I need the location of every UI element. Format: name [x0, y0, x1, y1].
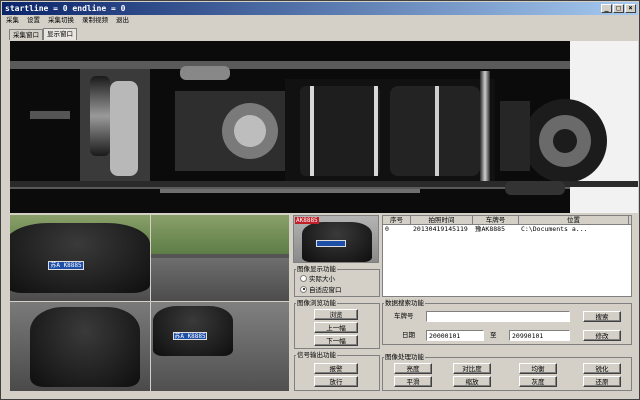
- date-to-input[interactable]: 20990101: [509, 330, 570, 341]
- display-group-title: 图像显示功能: [296, 265, 337, 273]
- records-table: 序号 拍照时间 车牌号 位置 0 20130419145119 豫AK8885 …: [382, 215, 632, 297]
- column-plate-number[interactable]: 车牌号: [473, 216, 519, 224]
- row-plate-number: 豫AK8885: [475, 225, 505, 233]
- menu-capture-switch[interactable]: 采集切换: [47, 15, 75, 25]
- next-image-button[interactable]: 下一幅: [314, 335, 358, 346]
- contrast-button[interactable]: 对比度: [453, 363, 491, 374]
- menu-bar: 采集 设置 采集切换 录制视频 退出: [2, 15, 638, 25]
- undercarriage-scan-image: [10, 41, 638, 213]
- menu-capture[interactable]: 采集: [5, 15, 20, 25]
- records-table-header: 序号 拍照时间 车牌号 位置: [383, 216, 631, 225]
- search-group-title: 数据搜索功能: [384, 299, 425, 307]
- recognized-plate-label: AK8885: [295, 217, 319, 224]
- equalize-button[interactable]: 均衡: [519, 363, 557, 374]
- menu-exit[interactable]: 退出: [115, 15, 130, 25]
- sharpen-button[interactable]: 锐化: [583, 363, 621, 374]
- smooth-button[interactable]: 平滑: [394, 376, 432, 387]
- front-license-plate: 苏A K8885: [48, 261, 84, 270]
- plate-number-input[interactable]: [426, 311, 570, 322]
- menu-settings[interactable]: 设置: [26, 15, 41, 25]
- actual-size-option[interactable]: 实际大小: [300, 273, 335, 283]
- fit-window-radio[interactable]: [300, 285, 307, 293]
- grayscale-button[interactable]: 灰度: [519, 376, 557, 387]
- column-capture-time[interactable]: 拍照时间: [411, 216, 473, 224]
- rear-camera-photo: [10, 302, 150, 391]
- thumbnail-photo: 苏A K8885: [151, 302, 289, 391]
- minimize-button[interactable]: _: [601, 4, 612, 13]
- image-processing-group-title: 图像处理功能: [384, 353, 425, 361]
- overlay-plate-sign: [316, 240, 346, 247]
- alarm-button[interactable]: 报警: [314, 363, 358, 374]
- main-window: startline = 0 endline = 0 _ □ × 采集 设置 采集…: [0, 0, 640, 400]
- date-to-label: 至: [490, 331, 497, 339]
- signal-group-title: 信号输出功能: [296, 351, 337, 359]
- fit-window-label: 自适应窗口: [309, 286, 342, 294]
- zoom-button[interactable]: 缩放: [453, 376, 491, 387]
- fit-window-option[interactable]: 自适应窗口: [300, 284, 342, 294]
- date-from-input[interactable]: 20000101: [426, 330, 484, 341]
- tab-capture-window[interactable]: 采集窗口: [9, 29, 43, 40]
- row-index: 0: [385, 225, 389, 233]
- previous-image-button[interactable]: 上一幅: [314, 322, 358, 333]
- menu-record-video[interactable]: 录制视频: [81, 15, 109, 25]
- tab-bar: 采集窗口 显示窗口: [9, 28, 77, 40]
- plate-number-label: 车牌号: [394, 312, 414, 320]
- browse-button[interactable]: 浏览: [314, 309, 358, 320]
- window-title: startline = 0 endline = 0: [5, 4, 126, 13]
- close-button[interactable]: ×: [625, 4, 636, 13]
- thumbnail-license-plate: 苏A K8885: [173, 332, 207, 340]
- release-button[interactable]: 放行: [314, 376, 358, 387]
- row-capture-time: 20130419145119: [413, 225, 468, 233]
- brightness-button[interactable]: 亮度: [394, 363, 432, 374]
- tab-display-window[interactable]: 显示窗口: [43, 28, 77, 40]
- modify-button[interactable]: 修改: [583, 330, 621, 341]
- table-row[interactable]: 0 20130419145119 豫AK8885 C:\Documents a.…: [383, 225, 631, 234]
- plate-recognition-photo: AK8885: [293, 215, 379, 263]
- undercarriage-scan-graphic: [10, 41, 638, 213]
- maximize-button[interactable]: □: [613, 4, 624, 13]
- front-camera-photo: 苏A K8885: [10, 215, 150, 301]
- browse-group-title: 图像浏览功能: [296, 299, 337, 307]
- actual-size-label: 实际大小: [309, 275, 335, 283]
- column-index[interactable]: 序号: [383, 216, 411, 224]
- side-camera-photo: [151, 215, 289, 301]
- date-label: 日期: [402, 331, 415, 339]
- column-location[interactable]: 位置: [519, 216, 629, 224]
- search-button[interactable]: 搜索: [583, 311, 621, 322]
- restore-button[interactable]: 还原: [583, 376, 621, 387]
- actual-size-radio[interactable]: [300, 274, 307, 282]
- row-location: C:\Documents a...: [521, 225, 588, 233]
- title-bar: startline = 0 endline = 0 _ □ ×: [2, 2, 638, 15]
